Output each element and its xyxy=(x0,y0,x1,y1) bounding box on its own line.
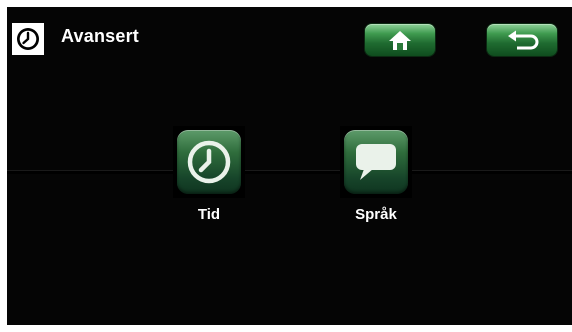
time-tile xyxy=(177,130,241,194)
speech-bubble-icon xyxy=(356,144,396,180)
divider-line xyxy=(7,170,572,174)
settings-screen: Avansert Tid Språk xyxy=(7,7,572,325)
back-arrow-icon xyxy=(508,30,539,50)
language-settings-button[interactable] xyxy=(340,126,412,198)
language-label: Språk xyxy=(355,206,397,223)
home-icon xyxy=(389,31,411,50)
clock-icon xyxy=(187,140,231,184)
clock-icon xyxy=(12,23,44,55)
time-settings-button[interactable] xyxy=(173,126,245,198)
page-title: Avansert xyxy=(61,26,139,46)
back-button[interactable] xyxy=(487,24,557,56)
language-tile xyxy=(344,130,408,194)
time-label: Tid xyxy=(197,206,221,223)
home-button[interactable] xyxy=(365,24,435,56)
